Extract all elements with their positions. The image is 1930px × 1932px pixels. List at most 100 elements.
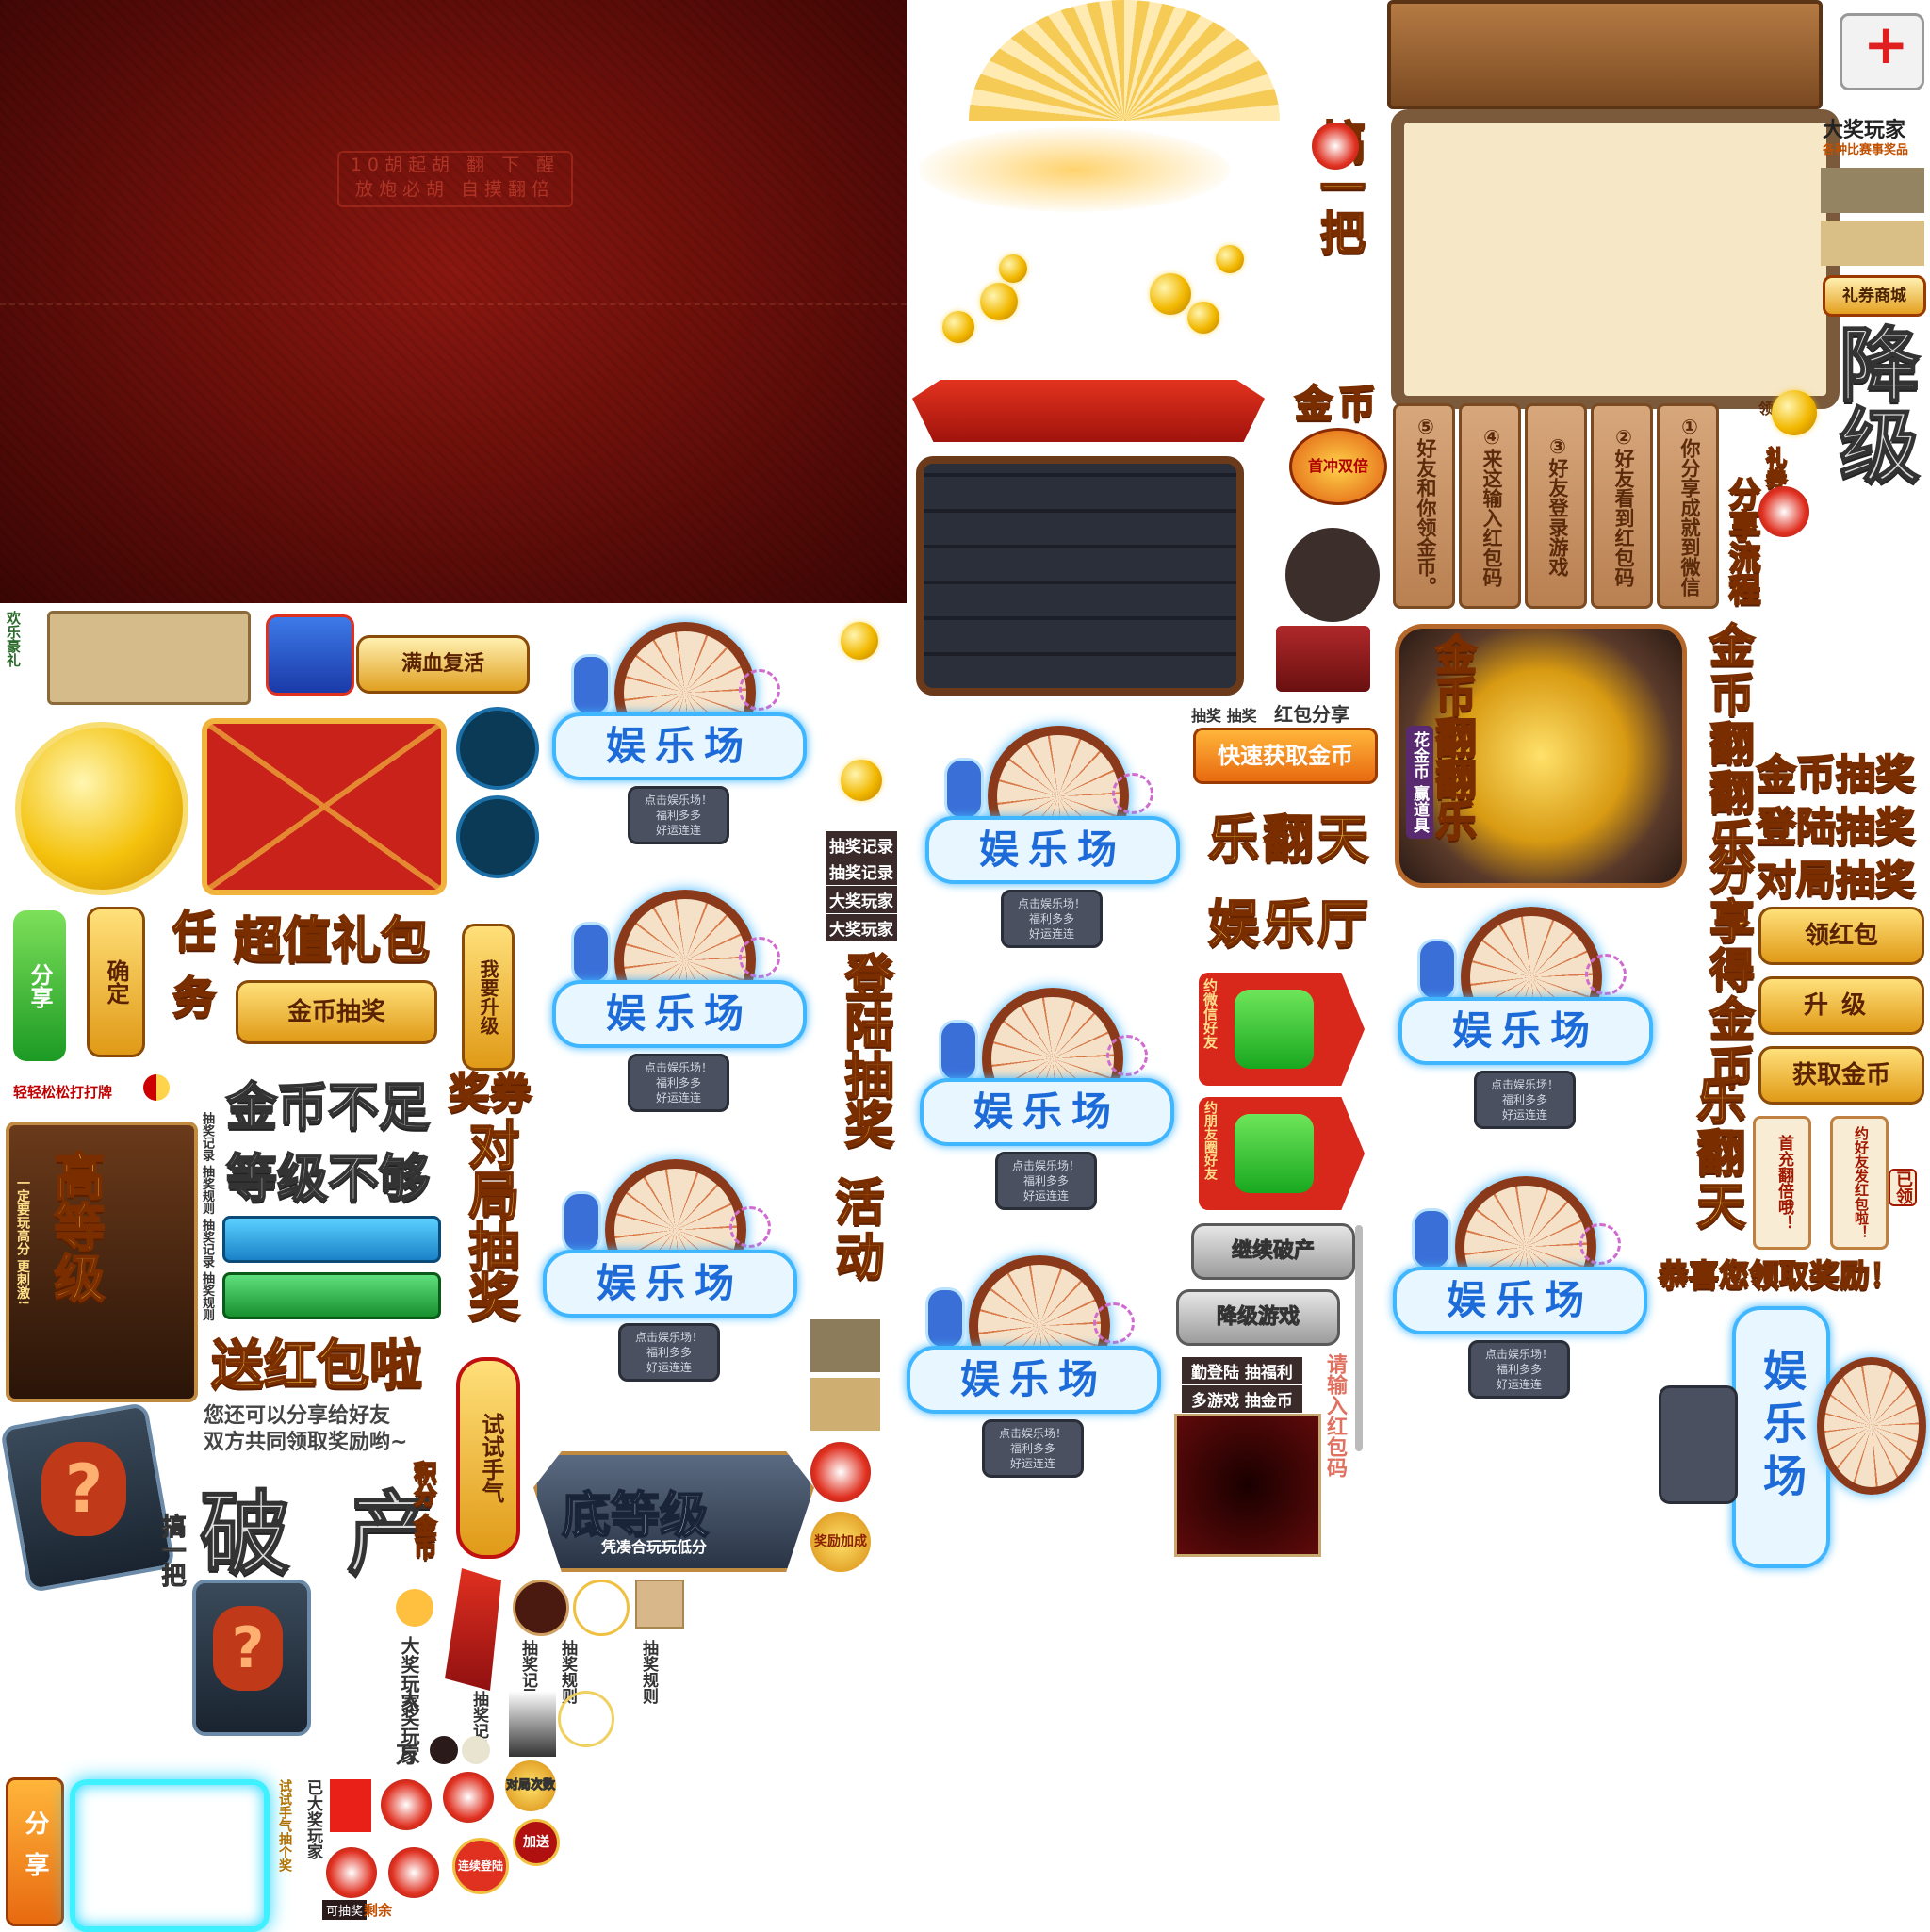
gift-box-icon <box>266 614 354 696</box>
share-button[interactable]: 分享 <box>13 910 66 1061</box>
swatch-dark <box>810 1319 880 1372</box>
coin-icon <box>841 760 882 801</box>
light-dot-swatch <box>462 1736 490 1764</box>
gift-shop-button[interactable]: 礼券商城 <box>1823 275 1926 317</box>
film-icon <box>1093 1302 1135 1344</box>
rule-plaque: 10胡起胡 翻 下 醒 放炮必胡 自摸翻倍 <box>337 151 573 207</box>
redpacket-share-label: 红包分享 <box>1274 703 1349 726</box>
entertainment-title: 娱乐场 <box>925 816 1180 884</box>
entertainment-card[interactable]: 娱乐场 点击娱乐场！ 福利多多 好运连连 <box>533 890 816 1112</box>
login-lottery-vertical: 登陆抽奖 <box>835 951 893 1149</box>
coin-bag-round-icon[interactable] <box>456 795 539 878</box>
ribbon-banner <box>912 380 1265 442</box>
lottery-list-item: 抽奖记录 <box>200 1219 214 1269</box>
share-flow-title: 分享流程 <box>1722 476 1761 606</box>
entertainment-plaque: 点击娱乐场！ 福利多多 好运连连 <box>982 1419 1084 1478</box>
congrats-text: 恭喜您领取奖励！ <box>1658 1256 1901 1294</box>
big-winner-label-2: 大奖玩家 <box>826 914 897 941</box>
entertainment-card[interactable]: 娱乐场 点击娱乐场！ 福利多多 好运连连 <box>524 1159 807 1382</box>
share-vertical-button[interactable]: 分享 <box>6 1777 64 1926</box>
microphone-icon <box>944 758 984 820</box>
film-icon <box>1579 1223 1621 1265</box>
entertainment-vertical-title: 娱乐场 <box>1757 1348 1807 1506</box>
moments-icon <box>1235 1114 1314 1193</box>
entertainment-title: 娱乐场 <box>543 1250 797 1318</box>
first-recharge-double-badge: 首冲双倍 <box>1289 428 1387 505</box>
continue-bankrupt-button[interactable]: 继续破产 <box>1191 1223 1355 1280</box>
revive-button[interactable]: 满血复活 <box>356 635 530 694</box>
dark-red-box <box>1174 1414 1321 1557</box>
green-progress-bar <box>222 1272 441 1319</box>
film-icon <box>729 1206 771 1248</box>
entertainment-card[interactable]: 娱乐场 点击娱乐场！ 福利多多 好运连连 <box>907 726 1189 948</box>
smile-coin-icon <box>15 722 188 895</box>
first-aid-round-icon[interactable] <box>456 707 539 790</box>
downgrade-title: 降级 <box>1824 321 1920 485</box>
orange-bubble <box>396 1589 433 1627</box>
get-redpacket-button[interactable]: 领红包 <box>1758 907 1924 965</box>
gift-ball-icon <box>443 1772 494 1823</box>
try-luck-button[interactable]: 试试手气 <box>456 1357 520 1559</box>
entertainment-card[interactable]: 娱乐场 点击娱乐场！ 福利多多 好运连连 <box>901 988 1184 1210</box>
film-icon <box>1106 1035 1148 1076</box>
upgrade-button[interactable]: 升级 <box>1758 976 1924 1035</box>
stone-wall-panel <box>916 456 1244 696</box>
confirm-button[interactable]: 确定 <box>87 907 145 1057</box>
dark-circle-swatch <box>1285 528 1380 622</box>
coupon-title: 奖券 <box>448 1069 532 1119</box>
downgrade-game-button[interactable]: 降级游戏 <box>1176 1289 1340 1346</box>
coin-lottery-button[interactable]: 金币抽奖 <box>236 980 437 1044</box>
rule-line-2: 放炮必胡 自摸翻倍 <box>354 179 556 200</box>
glow-effect <box>919 127 1230 212</box>
film-icon <box>1585 954 1627 995</box>
microphone-icon <box>571 654 611 716</box>
moments-invite-card[interactable]: 约朋友圈好友 <box>1199 1097 1365 1210</box>
remaining-label: 剩余 <box>364 1902 393 1919</box>
happy-gift-label: 欢乐豪礼 <box>5 611 22 667</box>
big-winner-label: 大奖玩家 <box>826 886 897 913</box>
gift-ball-icon <box>1758 486 1809 537</box>
dark-dot-swatch <box>430 1736 458 1764</box>
film-icon <box>739 669 780 711</box>
blue-progress-bar <box>222 1216 441 1263</box>
share-hint-line-2: 双方共同领取奖励哟~ <box>204 1431 408 1454</box>
entertainment-vertical-card[interactable]: 娱乐场 <box>1732 1306 1830 1568</box>
lottery-record-label: 抽奖记录 <box>826 831 897 859</box>
super-gift-title: 超值礼包 <box>233 912 431 971</box>
entertainment-plaque: 点击娱乐场！ 福利多多 好运连连 <box>1001 890 1103 948</box>
coin-fanle-vertical: 金币翻翻乐 <box>1700 621 1755 868</box>
fast-coin-button[interactable]: 快速获取金币 <box>1193 728 1378 784</box>
lottery-rules-vertical-2: 抽奖规则 <box>639 1640 658 1704</box>
gift-ball-icon <box>381 1779 432 1830</box>
red-envelope-icon <box>202 718 447 895</box>
entertainment-card[interactable]: 娱乐场 点击娱乐场！ 福利多多 好运连连 <box>1374 1176 1657 1399</box>
white-circle-swatch <box>573 1580 630 1636</box>
entertainment-card[interactable]: 娱乐场 点击娱乐场！ 福利多多 好运连连 <box>1380 907 1662 1129</box>
high-level-title: 高等级 <box>44 1149 106 1303</box>
wechat-invite-label: 约微信好友 <box>1202 978 1219 1049</box>
table-background: 10胡起胡 翻 下 醒 放炮必胡 自摸翻倍 <box>0 0 907 603</box>
entertainment-card[interactable]: 娱乐场 点击娱乐场！ 福利多多 好运连连 <box>533 622 816 844</box>
coin-icon <box>1216 245 1244 273</box>
upgrade-vertical-button[interactable]: 我要升级 <box>462 924 515 1071</box>
get-coin-button[interactable]: 获取金币 <box>1758 1046 1924 1105</box>
entertainment-card[interactable]: 娱乐场 点击娱乐场！ 福利多多 好运连连 <box>888 1255 1170 1478</box>
microphone-icon <box>1412 1208 1451 1270</box>
gift-ball-icon <box>388 1847 439 1898</box>
wechat-invite-card[interactable]: 约微信好友 <box>1199 973 1365 1086</box>
coin-icon <box>841 622 878 660</box>
activity-vertical: 活动 <box>826 1175 884 1286</box>
panel-seam <box>0 303 907 305</box>
entertainment-title: 娱乐场 <box>552 980 807 1048</box>
claimed-tag: 已领 <box>1889 1169 1917 1206</box>
yu-le-ting-title: 娱乐厅 <box>1207 893 1372 955</box>
entertainment-title: 娱乐场 <box>907 1346 1161 1414</box>
slider-track[interactable] <box>1355 1225 1363 1451</box>
moments-invite-label: 约朋友圈好友 <box>1202 1101 1218 1180</box>
share-step-2: ②好友看到红包码 <box>1591 403 1653 609</box>
entertainment-plaque: 点击娱乐场！ 福利多多 好运连连 <box>628 1054 729 1112</box>
parchment-sign <box>47 611 251 705</box>
login-lottery-title: 登陆抽奖 <box>1756 803 1916 851</box>
parchment-board <box>1391 109 1840 409</box>
share-step-3: ③好友登录游戏 <box>1525 403 1587 609</box>
